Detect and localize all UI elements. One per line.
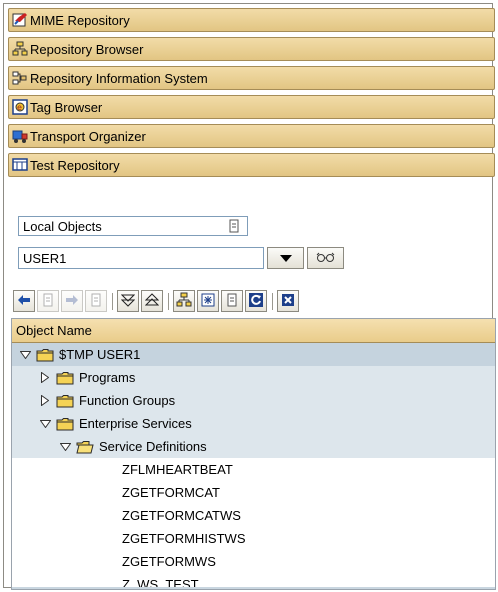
user-input-value: USER1 — [23, 250, 67, 266]
tag-browser-button[interactable]: e Tag Browser — [8, 95, 495, 119]
list-icon — [91, 293, 101, 310]
refresh-button[interactable] — [245, 290, 267, 312]
transport-truck-icon — [12, 128, 28, 144]
forward-arrow-icon — [65, 294, 79, 309]
list-icon — [227, 293, 237, 310]
navigation-toolbar — [13, 290, 494, 314]
expand-triangle-down-icon[interactable] — [18, 348, 32, 362]
tree-node-label: Function Groups — [79, 393, 176, 408]
repository-browser-button[interactable]: Repository Browser — [8, 37, 495, 61]
repository-information-system-button[interactable]: Repository Information System — [8, 66, 495, 90]
object-navigator-panel: MIME Repository Repository Browser Repos… — [3, 3, 496, 590]
tree-node-label: ZGETFORMCATWS — [122, 508, 241, 523]
tree-node-label: ZGETFORMWS — [122, 554, 216, 569]
tree-node-label: ZGETFORMHISTWS — [122, 531, 246, 546]
toolbar-separator — [272, 293, 273, 310]
hierarchy-button[interactable] — [173, 290, 195, 312]
mime-repository-label: MIME Repository — [30, 12, 130, 28]
expand-triangle-right-icon[interactable] — [38, 371, 52, 385]
tree-node[interactable]: Service Definitions — [12, 435, 495, 458]
object-type-value: Local Objects — [23, 218, 102, 234]
folder-icon — [36, 348, 54, 362]
tree-node-label: Service Definitions — [99, 439, 207, 454]
column-header-object-name[interactable]: Object Name — [12, 319, 495, 343]
dropdown-list-icon[interactable] — [229, 219, 239, 236]
toolbar-separator — [168, 293, 169, 310]
repository-browser-label: Repository Browser — [30, 41, 144, 57]
tree-leaf-item[interactable]: ZGETFORMCATWS — [12, 504, 495, 527]
repository-browser-icon — [12, 41, 28, 57]
transport-organizer-button[interactable]: Transport Organizer — [8, 124, 495, 148]
tag-browser-label: Tag Browser — [30, 99, 103, 115]
transport-organizer-label: Transport Organizer — [30, 128, 146, 144]
tree-leaf-item[interactable]: ZGETFORMWS — [12, 550, 495, 573]
tree-node-label: Enterprise Services — [79, 416, 192, 431]
repository-information-system-label: Repository Information System — [30, 70, 208, 86]
column-header-label: Object Name — [16, 323, 92, 338]
tree-rows: $TMP USER1 Programs Function Groups Enterpr… — [12, 343, 495, 589]
tree-node-label: $TMP USER1 — [59, 347, 141, 362]
tree-node[interactable]: Enterprise Services — [12, 412, 495, 435]
folder-icon — [56, 417, 74, 431]
close-icon — [281, 293, 295, 310]
triangle-down-icon — [279, 251, 292, 266]
information-system-icon — [12, 70, 28, 86]
refresh-icon — [248, 292, 264, 311]
tree-leaf-item[interactable]: ZGETFORMCAT — [12, 481, 495, 504]
folder-open-icon — [76, 440, 94, 454]
folder-icon — [56, 394, 74, 408]
list-icon — [43, 293, 53, 310]
test-repository-button[interactable]: Test Repository — [8, 153, 495, 177]
back-button[interactable] — [13, 290, 35, 312]
tag-browser-icon: e — [12, 99, 28, 115]
test-repository-icon — [12, 157, 28, 173]
expand-triangle-down-icon[interactable] — [58, 440, 72, 454]
user-input-field[interactable]: USER1 — [18, 247, 264, 269]
mime-repository-button[interactable]: MIME Repository — [8, 8, 495, 32]
back-arrow-icon — [17, 294, 31, 309]
tree-leaf-item[interactable]: ZGETFORMHISTWS — [12, 527, 495, 550]
back-list-button[interactable] — [37, 290, 59, 312]
expand-icon — [120, 293, 136, 310]
hierarchy-icon — [176, 292, 192, 311]
toolbar-separator — [112, 293, 113, 310]
expand-triangle-down-icon[interactable] — [38, 417, 52, 431]
tree-node[interactable]: Programs — [12, 366, 495, 389]
collapse-all-button[interactable] — [141, 290, 163, 312]
tree-node-label: ZGETFORMCAT — [122, 485, 220, 500]
tree-node[interactable]: $TMP USER1 — [12, 343, 495, 366]
tree-node-label: ZFLMHEARTBEAT — [122, 462, 233, 477]
user-dropdown-button[interactable] — [267, 247, 304, 269]
test-repository-label: Test Repository — [30, 157, 120, 173]
forward-button[interactable] — [61, 290, 83, 312]
glasses-icon — [316, 251, 336, 266]
settings-button[interactable] — [197, 290, 219, 312]
tree-leaf-item[interactable]: ZFLMHEARTBEAT — [12, 458, 495, 481]
collapse-icon — [144, 292, 160, 310]
folder-icon — [56, 371, 74, 385]
forward-list-button[interactable] — [85, 290, 107, 312]
display-button[interactable] — [307, 247, 344, 269]
tree-node-label: Programs — [79, 370, 136, 385]
expand-all-button[interactable] — [117, 290, 139, 312]
worklist-button[interactable] — [221, 290, 243, 312]
expand-triangle-right-icon[interactable] — [38, 394, 52, 408]
object-type-dropdown[interactable]: Local Objects — [18, 216, 248, 236]
object-tree: Object Name $TMP USER1 Programs Function G… — [11, 318, 496, 590]
close-button[interactable] — [277, 290, 299, 312]
grid-settings-icon — [201, 293, 215, 310]
mime-repository-icon — [12, 12, 28, 28]
tree-bottom-border — [12, 587, 495, 589]
tree-node[interactable]: Function Groups — [12, 389, 495, 412]
svg-text:e: e — [17, 103, 22, 112]
